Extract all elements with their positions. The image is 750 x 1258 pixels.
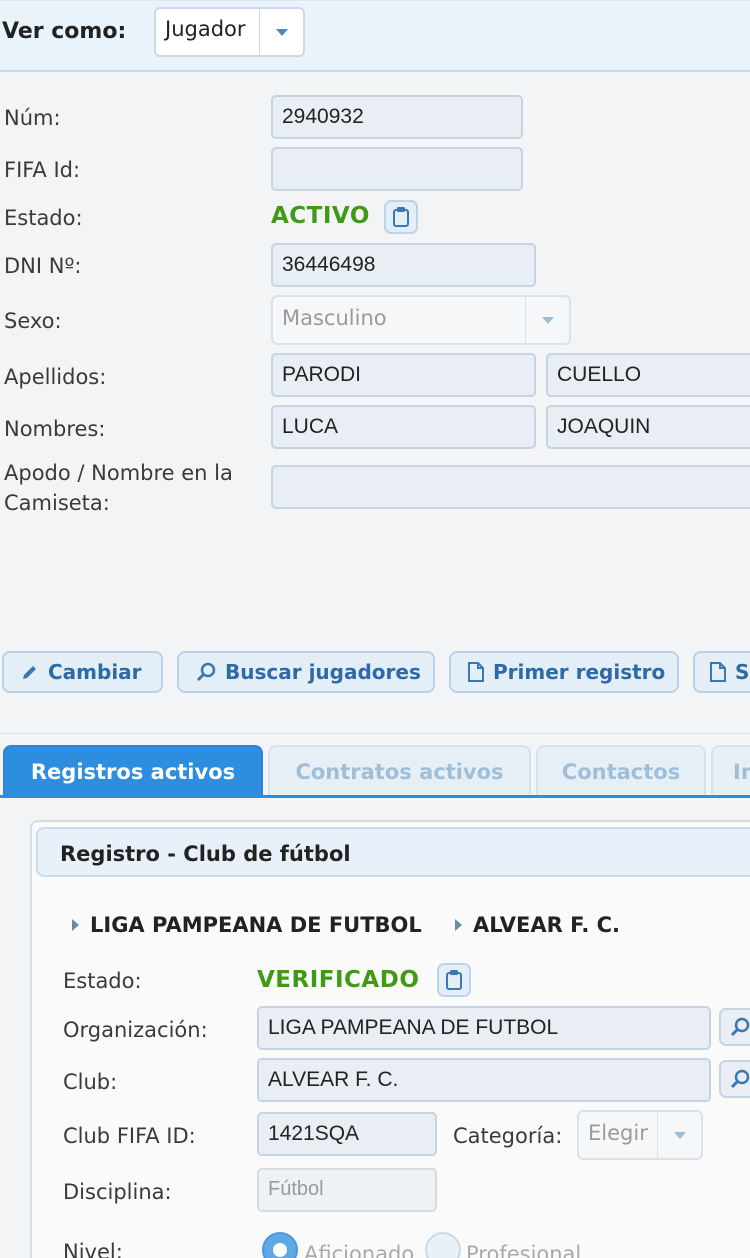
categoria-select[interactable]: Elegir (577, 1110, 703, 1160)
dni-field[interactable]: 36446498 (271, 243, 536, 287)
apellidos-label: Apellidos: (4, 365, 107, 389)
estado-status: ACTIVO (271, 203, 370, 229)
chevron-down-icon[interactable] (658, 1112, 701, 1158)
tabs-divider (0, 733, 750, 734)
estado-label: Estado: (4, 206, 83, 230)
registro-title: Registro - Club de fútbol (60, 842, 351, 866)
view-as-value: Jugador (165, 17, 246, 41)
organizacion-search-button[interactable] (719, 1008, 750, 1046)
apellido2-value: CUELLO (557, 363, 642, 386)
breadcrumb-organization[interactable]: LIGA PAMPEANA DE FUTBOL (90, 913, 422, 937)
buscar-label: Buscar jugadores (225, 660, 421, 684)
num-value: 2940932 (282, 105, 364, 128)
categoria-label: Categoría: (453, 1124, 563, 1148)
apellido1-value: PARODI (282, 363, 361, 386)
tab-contratos-activos[interactable]: Contratos activos (268, 745, 531, 797)
organizacion-field[interactable]: LIGA PAMPEANA DE FUTBOL (257, 1006, 711, 1050)
document-icon (468, 662, 484, 682)
clipboard-icon[interactable] (384, 200, 418, 234)
categoria-value: Elegir (588, 1121, 648, 1145)
club-fifa-id-field[interactable]: 1421SQA (257, 1112, 437, 1156)
disciplina-label: Disciplina: (63, 1180, 172, 1204)
dni-label: DNI Nº: (4, 254, 82, 278)
nombre1-value: LUCA (282, 415, 339, 438)
fifa-id-label: FIFA Id: (4, 158, 81, 182)
clipboard-icon[interactable] (437, 963, 471, 997)
disciplina-field[interactable]: Fútbol (257, 1168, 437, 1212)
club-search-button[interactable] (719, 1060, 750, 1098)
registro-estado-label: Estado: (63, 969, 142, 993)
nivel-profesional-label: Profesional (466, 1242, 582, 1258)
apodo-label: Apodo / Nombre en la (4, 461, 233, 485)
tab-registros-activos[interactable]: Registros activos (3, 745, 263, 797)
tab-underline (0, 795, 750, 798)
registro-estado-status: VERIFICADO (257, 967, 420, 993)
cambiar-button[interactable]: Cambiar (2, 651, 163, 693)
fifa-id-field[interactable] (271, 147, 523, 191)
search-icon (196, 662, 216, 682)
disciplina-value: Fútbol (268, 1178, 324, 1200)
nombre2-value: JOAQUIN (557, 415, 651, 438)
next-action-button[interactable]: S (693, 651, 750, 693)
organizacion-value: LIGA PAMPEANA DE FUTBOL (268, 1016, 559, 1039)
organizacion-label: Organización: (63, 1018, 208, 1042)
pencil-icon (23, 666, 36, 679)
primer-registro-button[interactable]: Primer registro (449, 651, 679, 693)
nivel-label: Nivel: (63, 1240, 123, 1258)
sexo-label: Sexo: (4, 309, 62, 333)
club-fifa-id-value: 1421SQA (268, 1122, 360, 1145)
apodo-label-line2: Camiseta: (4, 491, 110, 515)
breadcrumb-club[interactable]: ALVEAR F. C. (473, 913, 620, 937)
primer-label: Primer registro (493, 660, 666, 684)
club-value: ALVEAR F. C. (268, 1068, 399, 1091)
sexo-select[interactable]: Masculino (271, 295, 571, 345)
num-field[interactable]: 2940932 (271, 95, 523, 139)
chevron-down-icon[interactable] (526, 297, 569, 343)
nombre2-field[interactable]: JOAQUIN (546, 405, 750, 449)
search-icon (730, 1069, 750, 1089)
caret-right-icon (455, 919, 462, 931)
club-field[interactable]: ALVEAR F. C. (257, 1058, 711, 1102)
nivel-aficionado-label: Aficionado (304, 1242, 415, 1258)
view-as-label: Ver como: (2, 19, 127, 44)
caret-right-icon (72, 919, 79, 931)
chevron-down-icon[interactable] (260, 9, 303, 55)
apellido1-field[interactable]: PARODI (271, 353, 536, 397)
apellido2-field[interactable]: CUELLO (546, 353, 750, 397)
apodo-field[interactable] (271, 465, 750, 509)
tab-contactos[interactable]: Contactos (536, 745, 706, 797)
tab-partial[interactable]: In (711, 745, 750, 797)
club-label: Club: (63, 1070, 118, 1094)
dni-value: 36446498 (282, 253, 376, 276)
sexo-value: Masculino (282, 306, 387, 330)
view-as-select[interactable]: Jugador (154, 7, 305, 57)
nombres-label: Nombres: (4, 417, 106, 441)
next-action-label: S (735, 660, 750, 684)
nombre1-field[interactable]: LUCA (271, 405, 536, 449)
club-fifa-id-label: Club FIFA ID: (63, 1124, 196, 1148)
search-icon (730, 1017, 750, 1037)
document-icon (710, 662, 726, 682)
cambiar-label: Cambiar (48, 660, 142, 684)
num-label: Núm: (4, 106, 61, 130)
buscar-jugadores-button[interactable]: Buscar jugadores (177, 651, 435, 693)
